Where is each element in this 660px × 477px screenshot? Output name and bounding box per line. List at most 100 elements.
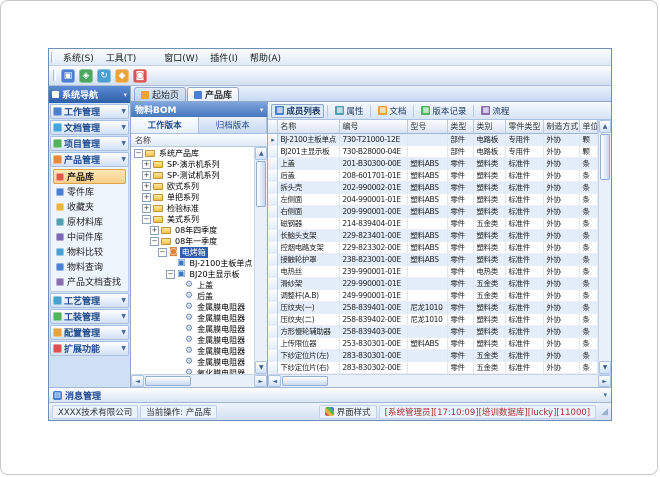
collapse-icon[interactable]: −: [142, 215, 151, 224]
scroll-down-icon[interactable]: ▼: [599, 361, 611, 374]
sidebar-item[interactable]: 产品库: [53, 169, 126, 184]
tree-node[interactable]: ⚙上盖: [131, 280, 254, 291]
column-header[interactable]: 类型: [448, 120, 474, 134]
tree-node[interactable]: +SP-演示机系列: [131, 159, 254, 170]
table-vertical-scrollbar[interactable]: ▲ ▼: [598, 120, 611, 374]
navigate-icon[interactable]: ◈: [79, 69, 93, 83]
table-row[interactable]: 后盖208-601701-01E塑料ABS零件塑料类标准件外协条: [268, 170, 598, 182]
sidebar-group[interactable]: 产品管理▼: [50, 152, 129, 167]
table-horizontal-scrollbar[interactable]: ◄ ►: [268, 374, 611, 387]
column-header[interactable]: 制造方式: [544, 120, 580, 134]
toolbar-grip-handle[interactable]: [53, 70, 56, 81]
scrollbar-track[interactable]: [255, 208, 267, 361]
column-header[interactable]: 类别: [474, 120, 506, 134]
detail-tab[interactable]: ▦成员列表: [271, 104, 324, 118]
table-row[interactable]: 接触轮护罩238-823001-00E塑料ABS零件塑料类标准件外协条: [268, 254, 598, 266]
scrollbar-track[interactable]: [599, 181, 611, 361]
menu-item[interactable]: 工具(T): [100, 50, 143, 65]
expand-icon[interactable]: +: [142, 193, 151, 202]
table-row[interactable]: 上传限位器253-830301-00E塑料ABS零件塑料类标准件外协条: [268, 338, 598, 350]
scroll-right-icon[interactable]: ►: [254, 375, 267, 387]
tree-node[interactable]: −系统产品库: [131, 148, 254, 159]
resize-grip-icon[interactable]: ◢: [601, 407, 608, 417]
expand-icon[interactable]: +: [142, 182, 151, 191]
table-row[interactable]: 压纹夹(二)258-839402-00E尼龙1010零件塑料类标准件外协条: [268, 314, 598, 326]
sidebar-group[interactable]: 工装管理▼: [50, 309, 129, 324]
table-row[interactable]: 方形慢轮辅助器258-839403-00E零件塑料类标准件外协条: [268, 326, 598, 338]
scrollbar-thumb[interactable]: [282, 376, 328, 386]
bom-version-tab[interactable]: 归档版本: [199, 117, 267, 133]
expand-icon[interactable]: +: [150, 226, 159, 235]
sidebar-group[interactable]: 工艺管理▼: [50, 293, 129, 308]
table-row[interactable]: 压纹夹(一)258-839401-00E尼龙1010零件塑料类标准件外协条: [268, 302, 598, 314]
tree-column-header[interactable]: 名称: [131, 134, 267, 147]
tree-node[interactable]: +欧式系列: [131, 181, 254, 192]
tree-vertical-scrollbar[interactable]: ▲ ▼: [254, 147, 267, 374]
scrollbar-thumb[interactable]: [600, 134, 610, 180]
refresh-icon[interactable]: ↻: [97, 69, 111, 83]
tree-node[interactable]: ⚙金属膜电阻器: [131, 302, 254, 313]
ui-style-cell[interactable]: 界面样式: [319, 405, 377, 419]
sidebar-item[interactable]: 物料比较: [51, 244, 128, 259]
settings-icon[interactable]: ◆: [115, 69, 129, 83]
collapse-icon[interactable]: −: [150, 237, 159, 246]
scrollbar-track[interactable]: [192, 375, 254, 387]
tree-node[interactable]: −◙电烤箱: [131, 247, 254, 258]
collapse-icon[interactable]: −: [166, 270, 175, 279]
tree-node[interactable]: −08年一季度: [131, 236, 254, 247]
tree-node[interactable]: +08年四季度: [131, 225, 254, 236]
menu-item[interactable]: 帮助(A): [244, 50, 287, 65]
table-row[interactable]: 控烟电路支架229-823302-00E塑料ABS零件塑料类标准件外协条: [268, 242, 598, 254]
sidebar-group[interactable]: 文档管理▼: [50, 120, 129, 135]
tree-node[interactable]: −▣BJ20主显示板: [131, 269, 254, 280]
tree-node[interactable]: ▣BJ-2100主板单点: [131, 258, 254, 269]
scroll-left-icon[interactable]: ◄: [268, 375, 281, 387]
scroll-up-icon[interactable]: ▲: [255, 147, 267, 160]
chevron-down-icon[interactable]: ▾: [123, 91, 127, 99]
detail-tab[interactable]: ▦版本记录: [417, 104, 470, 118]
doc-tab[interactable]: 产品库: [187, 87, 239, 101]
column-header[interactable]: 零件类型: [506, 120, 544, 134]
sidebar-item[interactable]: 收藏夹: [51, 199, 128, 214]
sidebar-item[interactable]: 产品文档查找: [51, 274, 128, 289]
tree-node[interactable]: ⚙金属膜电阻器: [131, 346, 254, 357]
sidebar-group[interactable]: 项目管理▼: [50, 136, 129, 151]
detail-tab[interactable]: ▦文档: [374, 104, 410, 118]
doc-tab[interactable]: 起始页: [134, 87, 186, 101]
table-row[interactable]: 下纱定位片(左)283-830301-00E零件五金类标准件外协条: [268, 350, 598, 362]
table-row[interactable]: 滑纱架229-990001-01E零件五金类标准件外协条: [268, 278, 598, 290]
table-row[interactable]: 下纱定位片(右)283-830302-00E零件五金类标准件外协条: [268, 362, 598, 374]
menu-item[interactable]: 窗口(W): [158, 50, 204, 65]
table-row[interactable]: ▸BJ-2100主板单点730-T21000-12E部件电路板专用件外协颗: [268, 134, 598, 146]
expand-icon[interactable]: +: [142, 160, 151, 169]
menubar-grip-handle[interactable]: [51, 52, 54, 63]
collapse-icon[interactable]: −: [158, 248, 167, 257]
tree-node[interactable]: +SP-测试机系列: [131, 170, 254, 181]
table-row[interactable]: BJ201主显示板730-B28000-04E部件电路板专用件外协颗: [268, 146, 598, 158]
tree-horizontal-scrollbar[interactable]: ◄ ►: [131, 374, 267, 387]
table-row[interactable]: 拆头壳202-990002-01E塑料ABS零件塑料类标准件外协条: [268, 182, 598, 194]
sidebar-group[interactable]: 配置管理▼: [50, 325, 129, 340]
table-row[interactable]: 调整杆(A.B)249-990001-01E零件五金类标准件外协条: [268, 290, 598, 302]
chevron-down-icon[interactable]: ▾: [603, 391, 607, 399]
sidebar-group[interactable]: 工作管理▼: [50, 104, 129, 119]
tree-node[interactable]: +检验标准: [131, 203, 254, 214]
sidebar-group[interactable]: 扩展功能▼: [50, 341, 129, 356]
sidebar-item[interactable]: 原材料库: [51, 214, 128, 229]
column-header[interactable]: 编号: [340, 120, 408, 134]
tree-node[interactable]: ⚙金属膜电阻器: [131, 357, 254, 368]
table-row[interactable]: 电热丝239-990001-01E零件电热类标准件外协条: [268, 266, 598, 278]
tree-node[interactable]: ⚙金属膜电阻器: [131, 324, 254, 335]
tree-node[interactable]: ⚙金属膜电阻器: [131, 313, 254, 324]
table-row[interactable]: 磁钢器214-839404-01E零件五金类标准件外协条: [268, 218, 598, 230]
expand-icon[interactable]: +: [142, 171, 151, 180]
column-header[interactable]: 名称: [278, 120, 340, 134]
table-row[interactable]: 左侧面204-990001-01E塑料ABS零件塑料类标准件外协条: [268, 194, 598, 206]
detail-tab[interactable]: ▦属性: [331, 104, 367, 118]
table-row[interactable]: 右侧面209-990001-00E塑料ABS零件塑料类标准件外协条: [268, 206, 598, 218]
pin-icon[interactable]: ▾: [260, 106, 264, 114]
scrollbar-thumb[interactable]: [256, 161, 266, 207]
collapse-icon[interactable]: −: [134, 149, 143, 158]
tree-node[interactable]: +单把系列: [131, 192, 254, 203]
menu-item[interactable]: 插件(I): [204, 50, 244, 65]
